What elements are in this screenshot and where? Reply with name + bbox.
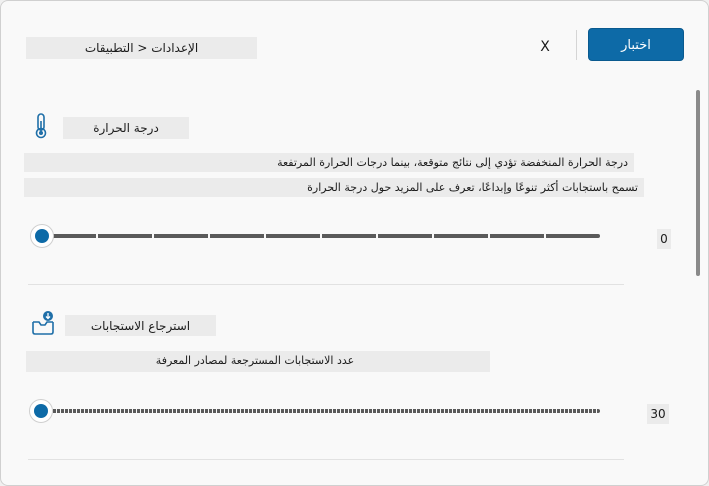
close-button[interactable]: X [533, 35, 557, 59]
section-divider-bottom [28, 459, 624, 460]
temperature-description-line1: درجة الحرارة المنخفضة تؤدي إلى نتائج متو… [24, 153, 634, 172]
temperature-title: درجة الحرارة [63, 117, 189, 139]
retrieval-slider[interactable] [29, 399, 600, 423]
inbox-download-icon [31, 310, 55, 336]
thermometer-icon [32, 113, 50, 139]
scrollbar-thumb[interactable] [696, 90, 700, 276]
section-divider [28, 284, 624, 285]
temperature-slider-track[interactable] [42, 234, 600, 238]
retrieval-slider-track[interactable] [41, 409, 600, 413]
test-button[interactable]: اختبار [588, 28, 684, 61]
retrieval-value: 30 [647, 404, 669, 424]
retrieval-title: استرجاع الاستجابات [65, 315, 216, 336]
temperature-slider-thumb[interactable] [30, 224, 54, 248]
temperature-description-line2: تسمح باستجابات أكثر تنوعًا وإبداعًا، تعر… [24, 178, 644, 197]
breadcrumb: الإعدادات < التطبيقات [26, 37, 257, 59]
temperature-slider[interactable] [30, 224, 600, 248]
temperature-value: 0 [657, 229, 671, 249]
retrieval-description: عدد الاستجابات المسترجعة لمصادر المعرفة [26, 351, 490, 372]
header-separator [576, 30, 577, 60]
retrieval-slider-thumb[interactable] [29, 399, 53, 423]
settings-window: الإعدادات < التطبيقات X اختبار درجة الحر… [0, 0, 709, 486]
